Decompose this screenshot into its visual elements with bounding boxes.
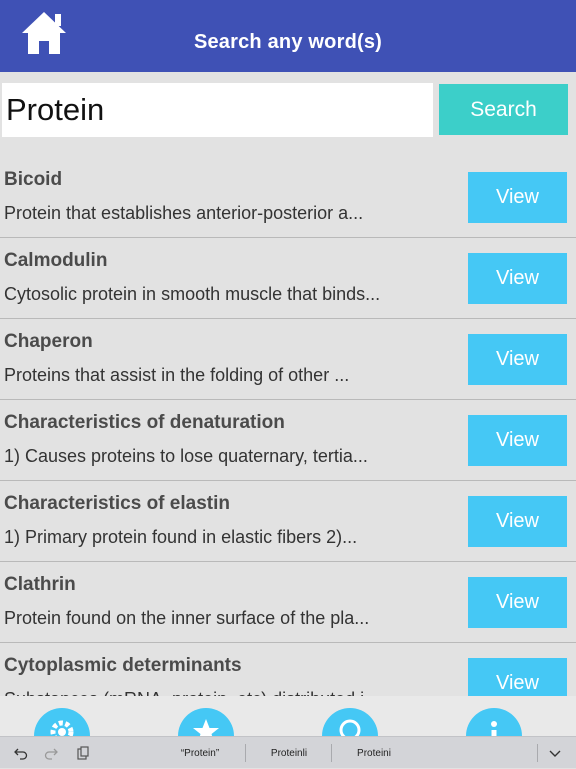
tab-favorites[interactable]: [178, 708, 234, 736]
tab-bar: [0, 696, 576, 736]
chevron-down-icon[interactable]: [548, 747, 562, 761]
list-item: Chaperon Proteins that assist in the fold…: [0, 319, 576, 400]
list-item-description: 1) Primary protein found in elastic fibe…: [4, 527, 358, 547]
list-item: Clathrin Protein found on the inner surfa…: [0, 562, 576, 643]
list-item-title: Bicoid: [4, 169, 63, 190]
undo-icon[interactable]: [14, 746, 28, 760]
gear-icon: [50, 720, 74, 736]
page-title-text: Search any word(s): [193, 30, 383, 53]
view-button[interactable]: View: [468, 415, 567, 466]
info-icon: [491, 721, 497, 736]
list-item-title: Clathrin: [4, 574, 76, 595]
list-item-title: Chaperon: [4, 331, 93, 352]
list-item: Calmodulin Cytosolic protein in smooth mu…: [0, 238, 576, 319]
list-item: Characteristics of elastin 1) Primary pro…: [0, 481, 576, 562]
view-button[interactable]: View: [468, 577, 567, 628]
suggestion-divider: [245, 744, 246, 762]
list-item-title: Characteristics of elastin: [4, 493, 230, 514]
keyboard-shortcut-bar: “Protein” Proteinli Proteini: [0, 736, 576, 768]
suggestion-divider: [331, 744, 332, 762]
star-icon: [193, 719, 219, 736]
tab-info[interactable]: [466, 708, 522, 736]
view-button[interactable]: View: [468, 334, 567, 385]
results-list[interactable]: Bicoid Protein that establishes anterior-…: [0, 157, 576, 696]
search-input[interactable]: [2, 83, 433, 137]
search-bar: Search: [0, 72, 576, 150]
suggestion-2[interactable]: Proteinli: [250, 737, 328, 769]
view-button[interactable]: View: [468, 253, 567, 304]
list-item-description: Substances (mRNA, protein, etc) distribu…: [4, 689, 379, 696]
list-item-title: Calmodulin: [4, 250, 108, 271]
view-button[interactable]: View: [468, 658, 567, 696]
suggestion-divider: [537, 744, 538, 762]
tab-search[interactable]: [322, 708, 378, 736]
list-item: Cytoplasmic determinants Substances (mRNA…: [0, 643, 576, 696]
suggestion-3[interactable]: Proteini: [334, 737, 414, 769]
list-item: Bicoid Protein that establishes anterior-…: [0, 157, 576, 238]
list-item-description: Protein found on the inner surface of th…: [4, 608, 370, 628]
view-button[interactable]: View: [468, 172, 567, 223]
redo-icon[interactable]: [44, 746, 58, 760]
list-item-description: Proteins that assist in the folding of o…: [4, 365, 350, 385]
list-item-description: Cytosolic protein in smooth muscle that …: [4, 284, 381, 304]
list-item-description: Protein that establishes anterior-poster…: [4, 203, 364, 223]
search-icon: [339, 719, 361, 736]
list-item-title: Characteristics of denaturation: [4, 412, 285, 433]
tab-settings[interactable]: [34, 708, 90, 736]
list-item: Characteristics of denaturation 1) Causes…: [0, 400, 576, 481]
search-button[interactable]: Search: [439, 84, 568, 135]
list-item-title: Cytoplasmic determinants: [4, 655, 242, 676]
view-button[interactable]: View: [468, 496, 567, 547]
paste-icon[interactable]: [76, 746, 90, 760]
list-item-description: 1) Causes proteins to lose quaternary, t…: [4, 446, 368, 466]
suggestion-1[interactable]: “Protein”: [150, 737, 250, 769]
